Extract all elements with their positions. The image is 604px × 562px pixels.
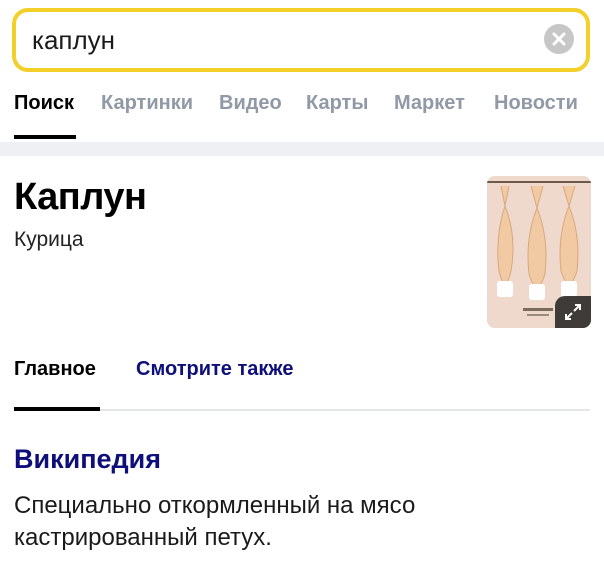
- expand-icon: [565, 304, 581, 320]
- entity-image[interactable]: [487, 176, 591, 328]
- tab-video[interactable]: Видео: [219, 92, 282, 115]
- tab-maps[interactable]: Карты: [306, 92, 368, 115]
- entity-subtitle: Курица: [14, 228, 84, 251]
- tab-news[interactable]: Новости: [494, 92, 578, 115]
- active-tab-indicator: [14, 135, 76, 139]
- search-tabs: Поиск Картинки Видео Карты Маркет Новост…: [0, 92, 604, 142]
- clear-icon: [552, 32, 566, 46]
- clear-search-button[interactable]: [544, 24, 574, 54]
- tab-search[interactable]: Поиск: [14, 92, 74, 115]
- search-input[interactable]: [32, 22, 512, 58]
- search-bar[interactable]: [12, 8, 590, 72]
- section-divider: [0, 142, 604, 156]
- wiki-source-link[interactable]: Википедия: [14, 444, 161, 475]
- card-tab-main[interactable]: Главное: [14, 358, 96, 381]
- card-tabs-divider: [14, 409, 590, 411]
- card-tab-see-also[interactable]: Смотрите также: [136, 358, 293, 381]
- expand-image-button[interactable]: [555, 296, 591, 328]
- entity-title: Каплун: [14, 176, 147, 218]
- tab-market[interactable]: Маркет: [394, 92, 465, 115]
- wiki-snippet: Специально откормленный на мясо кастриро…: [14, 492, 416, 551]
- active-card-tab-indicator: [14, 407, 100, 411]
- tab-images[interactable]: Картинки: [101, 92, 193, 115]
